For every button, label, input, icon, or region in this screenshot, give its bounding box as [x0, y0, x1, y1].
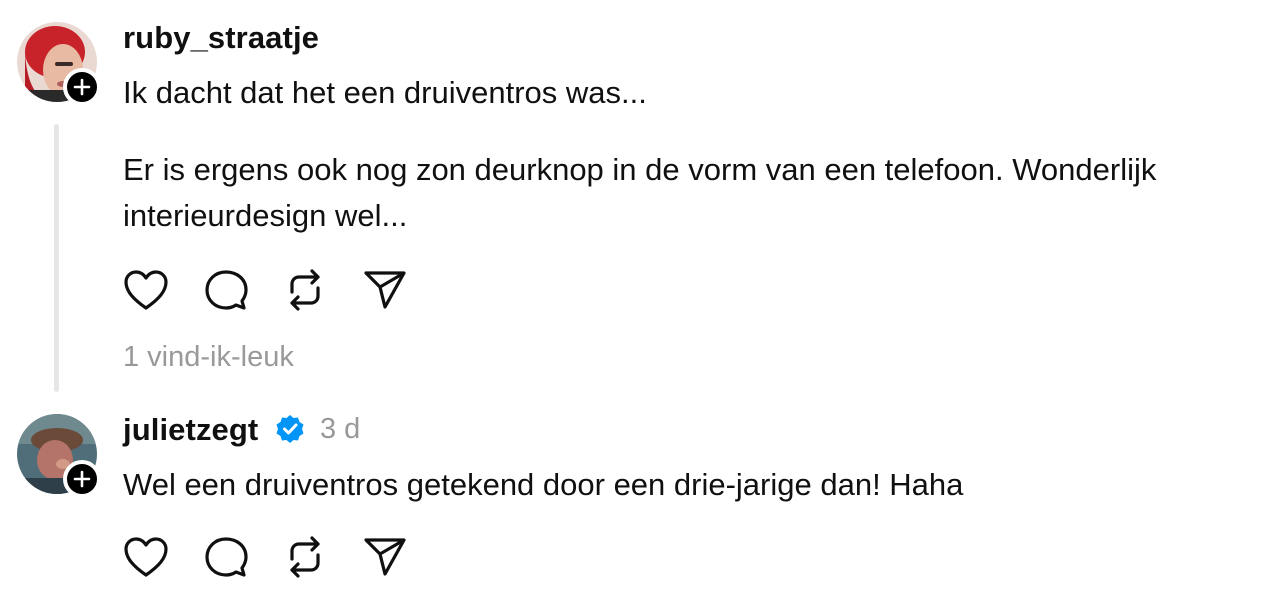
- like-count[interactable]: 1 vind-ik-leuk: [123, 343, 294, 372]
- comment-text-line: interieurdesign wel...: [123, 198, 408, 233]
- plus-icon: [73, 470, 91, 488]
- like-button[interactable]: [122, 533, 170, 581]
- repost-button[interactable]: [281, 533, 329, 581]
- thread-line: [54, 124, 59, 392]
- comment-text-line: Er is ergens ook nog zon deurknop in de …: [123, 152, 1157, 187]
- follow-button[interactable]: [63, 460, 101, 498]
- share-button[interactable]: [361, 533, 409, 581]
- heart-icon: [124, 270, 168, 310]
- comment-button[interactable]: [202, 533, 250, 581]
- plus-icon: [73, 78, 91, 96]
- username[interactable]: ruby_straatje: [123, 22, 319, 53]
- comment-button[interactable]: [202, 266, 250, 314]
- follow-button[interactable]: [63, 68, 101, 106]
- heart-icon: [124, 537, 168, 577]
- comment-text-line: Ik dacht dat het een druiventros was...: [123, 75, 647, 110]
- share-icon: [364, 538, 406, 576]
- share-icon: [364, 271, 406, 309]
- verified-badge-icon: [276, 415, 304, 443]
- repost-button[interactable]: [281, 266, 329, 314]
- timestamp: 3 d: [320, 413, 361, 445]
- comment-2: julietzegt 3 d Wel een druiventros getek…: [0, 400, 1276, 610]
- comment-icon: [205, 270, 248, 310]
- comment-1: ruby_straatje Ik dacht dat het een druiv…: [0, 0, 1276, 400]
- repost-icon: [290, 536, 320, 578]
- username[interactable]: julietzegt: [123, 414, 258, 445]
- comment-text-line: Wel een druiventros getekend door een dr…: [123, 467, 964, 502]
- repost-icon: [290, 269, 320, 311]
- like-button[interactable]: [122, 266, 170, 314]
- comment-icon: [205, 537, 248, 577]
- share-button[interactable]: [361, 266, 409, 314]
